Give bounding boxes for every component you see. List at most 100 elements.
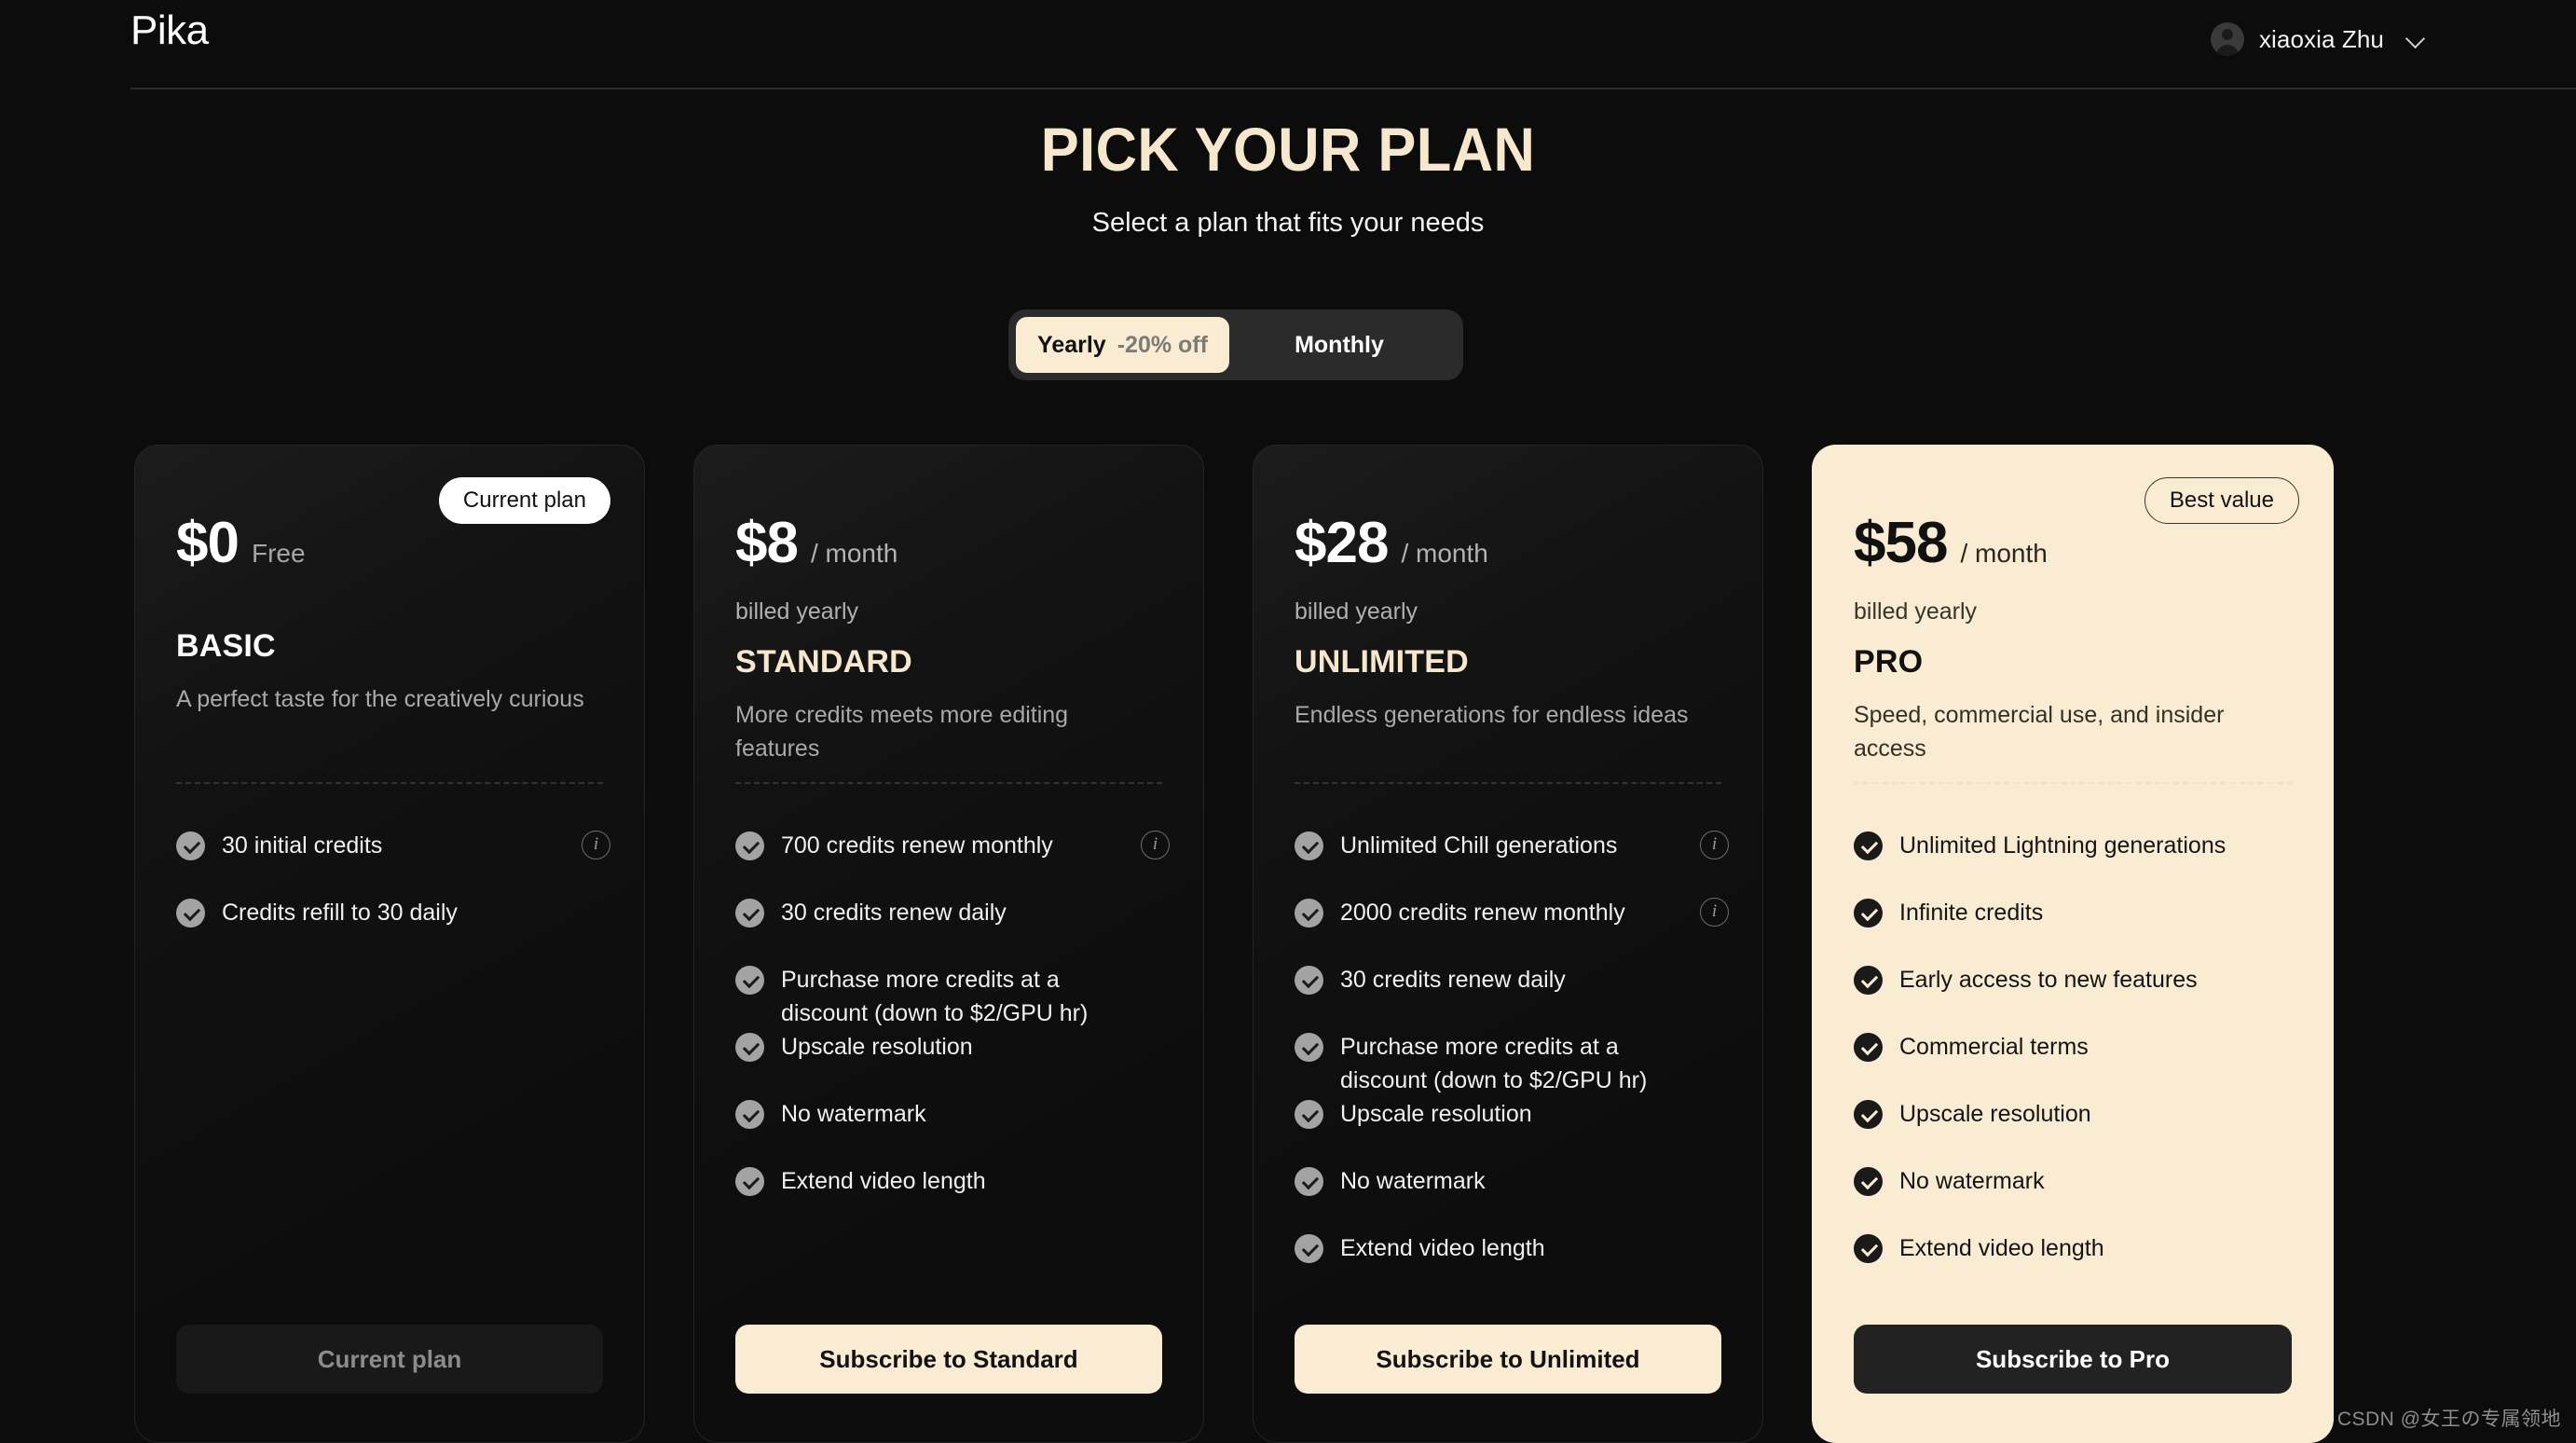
list-item: Purchase more credits at a discount (dow… (1295, 1031, 1729, 1098)
subscribe-unlimited-button[interactable]: Subscribe to Unlimited (1295, 1325, 1721, 1394)
toggle-monthly-label: Monthly (1295, 331, 1384, 358)
info-icon[interactable]: i (1141, 831, 1170, 859)
feature-text: Credits refill to 30 daily (222, 900, 458, 926)
list-item: No watermark (1854, 1165, 2299, 1232)
feature-text: 30 credits renew daily (1340, 967, 1566, 993)
plan-name: STANDARD (735, 644, 912, 680)
page-subtitle: Select a plan that fits your needs (1091, 208, 1485, 238)
check-icon (1854, 899, 1883, 928)
plan-card-basic[interactable]: Current plan $0 Free BASIC A perfect tas… (134, 445, 645, 1443)
toggle-yearly-discount: -20% off (1117, 331, 1208, 358)
check-icon (1854, 966, 1883, 995)
feature-list: Unlimited Lightning generations Infinite… (1854, 830, 2299, 1299)
check-icon (735, 1100, 764, 1129)
list-item: No watermark (735, 1098, 1170, 1165)
card-divider (735, 782, 1162, 784)
feature-text: Early access to new features (1899, 967, 2198, 993)
feature-text: 700 credits renew monthly (781, 832, 1053, 859)
status-badge-best-value: Best value (2144, 477, 2299, 524)
plan-price: $28 (1295, 511, 1389, 575)
list-item: Extend video length (735, 1165, 1170, 1232)
info-icon[interactable]: i (1700, 898, 1729, 927)
app-header: Pika xiaoxia Zhu (0, 0, 2576, 90)
plan-price: $58 (1854, 511, 1948, 575)
chevron-down-icon[interactable] (2406, 29, 2427, 49)
billing-period-toggle[interactable]: Yearly -20% off Monthly (1008, 309, 1463, 380)
toggle-option-monthly[interactable]: Monthly (1229, 317, 1449, 373)
billing-note: billed yearly (1295, 598, 1418, 625)
account-menu[interactable]: xiaoxia Zhu (2210, 17, 2427, 62)
plan-price-unit: Free (251, 539, 306, 568)
feature-text: 30 initial credits (222, 832, 383, 859)
feature-text: Unlimited Lightning generations (1899, 832, 2227, 859)
feature-text: Commercial terms (1899, 1034, 2089, 1060)
pika-logo[interactable]: Pika (130, 7, 209, 54)
plan-cards: Current plan $0 Free BASIC A perfect tas… (134, 445, 2444, 1443)
feature-list: Unlimited Chill generations i 2000 credi… (1295, 830, 1729, 1299)
price-row: $28 / month (1295, 515, 1721, 572)
check-icon (1295, 966, 1323, 995)
header-inner: Pika xiaoxia Zhu (130, 0, 2576, 89)
info-icon[interactable]: i (1700, 831, 1729, 859)
list-item: Unlimited Lightning generations (1854, 830, 2299, 897)
list-item: Upscale resolution (735, 1031, 1170, 1098)
check-icon (1295, 899, 1323, 928)
subscribe-pro-button[interactable]: Subscribe to Pro (1854, 1325, 2292, 1394)
plan-price: $8 (735, 511, 799, 575)
subscribe-standard-button[interactable]: Subscribe to Standard (735, 1325, 1162, 1394)
list-item: Early access to new features (1854, 964, 2299, 1031)
feature-text: 30 credits renew daily (781, 900, 1007, 926)
page-title: PICK YOUR PLAN (1040, 115, 1536, 184)
feature-text: Extend video length (1340, 1235, 1545, 1261)
card-divider (1295, 782, 1721, 784)
plan-name: PRO (1854, 644, 1924, 680)
plan-card-standard[interactable]: $8 / month billed yearly STANDARD More c… (693, 445, 1204, 1443)
current-plan-button: Current plan (176, 1325, 603, 1394)
check-icon (735, 1033, 764, 1062)
check-icon (1854, 831, 1883, 860)
feature-list: 700 credits renew monthly i 30 credits r… (735, 830, 1170, 1232)
list-item: No watermark (1295, 1165, 1729, 1232)
toggle-yearly-label: Yearly (1037, 331, 1106, 358)
feature-text: Upscale resolution (1899, 1101, 2091, 1127)
plan-description: More credits meets more editing features (735, 702, 1069, 762)
check-icon (1854, 1167, 1883, 1196)
list-item: Extend video length (1295, 1232, 1729, 1299)
account-name: xiaoxia Zhu (2258, 24, 2384, 53)
list-item: 30 initial credits i (176, 830, 610, 897)
user-avatar-icon (2210, 22, 2244, 56)
feature-text: 2000 credits renew monthly (1340, 900, 1625, 926)
billing-note: billed yearly (735, 598, 859, 625)
feature-text: Purchase more credits at a discount (dow… (781, 967, 1089, 1026)
check-icon (735, 966, 764, 995)
list-item: Extend video length (1854, 1232, 2299, 1299)
list-item: Upscale resolution (1854, 1098, 2299, 1165)
plan-description: A perfect taste for the creatively curio… (176, 686, 584, 712)
plan-description: Endless generations for endless ideas (1295, 702, 1689, 728)
plan-description: Speed, commercial use, and insider acces… (1854, 702, 2225, 762)
price-row: $8 / month (735, 515, 1162, 572)
list-item: 700 credits renew monthly i (735, 830, 1170, 897)
watermark: CSDN @女王の专属领地 (2336, 1409, 2561, 1430)
list-item: 2000 credits renew monthly i (1295, 897, 1729, 964)
list-item: Unlimited Chill generations i (1295, 830, 1729, 897)
check-icon (735, 899, 764, 928)
list-item: Upscale resolution (1295, 1098, 1729, 1165)
check-icon (1295, 1167, 1323, 1196)
check-icon (1295, 1234, 1323, 1263)
status-badge-current-plan: Current plan (438, 477, 610, 524)
check-icon (1295, 1033, 1323, 1062)
info-icon[interactable]: i (582, 831, 610, 859)
check-icon (1854, 1234, 1883, 1263)
feature-list: 30 initial credits i Credits refill to 3… (176, 830, 610, 964)
check-icon (1295, 831, 1323, 860)
plan-card-unlimited[interactable]: $28 / month billed yearly UNLIMITED Endl… (1253, 445, 1763, 1443)
toggle-option-yearly[interactable]: Yearly -20% off (1016, 317, 1229, 373)
list-item: Commercial terms (1854, 1031, 2299, 1098)
plan-name: UNLIMITED (1295, 644, 1469, 680)
plan-card-pro[interactable]: Best value $58 / month billed yearly PRO… (1812, 445, 2334, 1443)
plan-price: $0 (176, 511, 240, 575)
card-divider (176, 782, 603, 784)
feature-text: Infinite credits (1899, 900, 2044, 926)
feature-text: Upscale resolution (781, 1034, 973, 1060)
